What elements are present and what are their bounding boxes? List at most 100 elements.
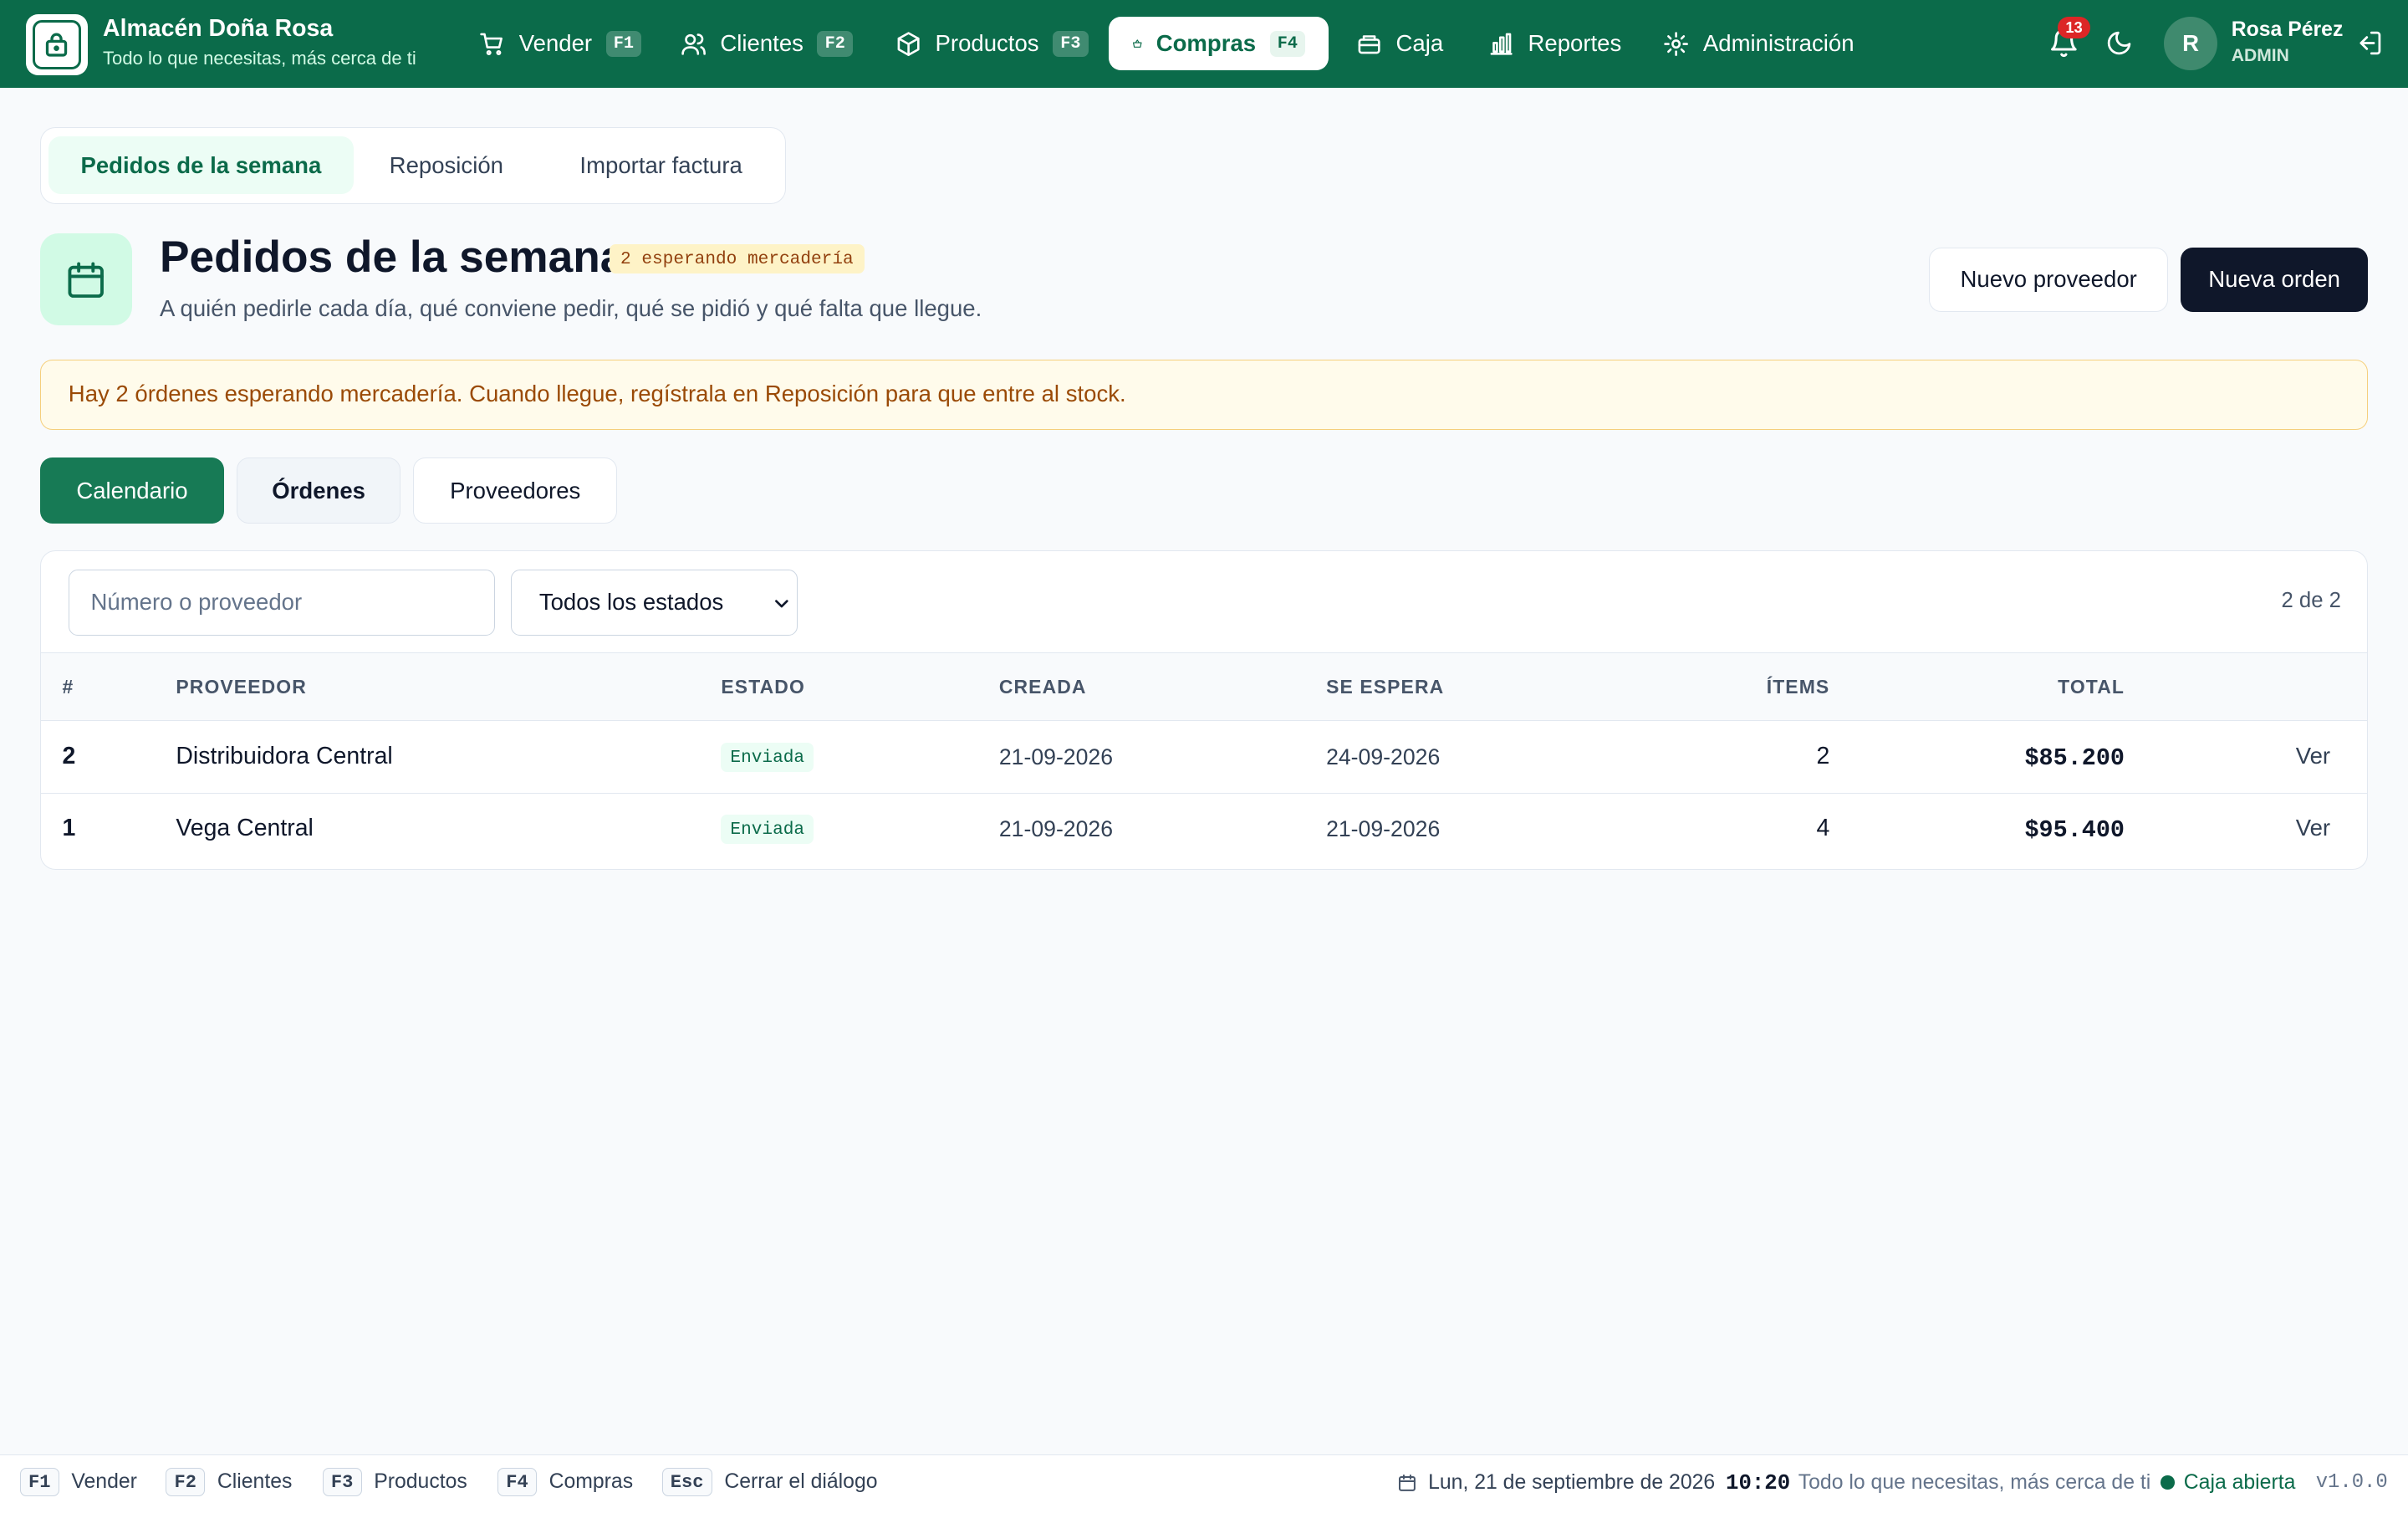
table-row[interactable]: 2 Distribuidora Central Enviada 21-09-20… — [40, 721, 2368, 794]
results-count: 2 de 2 — [2281, 589, 2341, 613]
cart-icon — [480, 33, 503, 55]
date-text: Lun, 21 de septiembre de 2026 — [1428, 1471, 1716, 1495]
shortcut-productos[interactable]: F3 Productos — [322, 1468, 467, 1497]
status-dot-icon — [2161, 1475, 2175, 1490]
shortcut-vender[interactable]: F1 Vender — [19, 1468, 137, 1497]
nav-item-reportes[interactable]: Reportes — [1488, 17, 1622, 70]
nav-label: Compras — [1156, 30, 1257, 57]
register-icon — [1358, 34, 1380, 54]
nav-item-productos[interactable]: Productos F3 — [895, 17, 1089, 70]
nav-item-caja[interactable]: Caja — [1356, 17, 1443, 70]
section-subtabs: Pedidos de la semana Reposición Importar… — [39, 127, 787, 205]
new-supplier-button[interactable]: Nuevo proveedor — [1928, 247, 2169, 312]
header-created: CREADA — [998, 676, 1087, 698]
top-navigation-bar: Almacén Doña Rosa Todo lo que necesitas,… — [0, 0, 2408, 88]
avatar[interactable]: R — [2163, 17, 2218, 71]
items-count: 4 — [1816, 815, 1830, 842]
created-date: 21-09-2026 — [998, 744, 1114, 769]
shortcut-key: F2 — [166, 1468, 206, 1497]
view-tab-calendario[interactable]: Calendario — [39, 457, 225, 524]
supplier-name: Distribuidora Central — [176, 743, 393, 770]
header-status: ESTADO — [721, 676, 805, 698]
users-icon — [681, 33, 706, 55]
subtab-pedidos-semana[interactable]: Pedidos de la semana — [48, 135, 354, 195]
shortcut-label: Clientes — [217, 1470, 293, 1494]
items-count: 2 — [1816, 743, 1830, 770]
order-total: $85.200 — [2024, 744, 2125, 772]
nav-label: Reportes — [1528, 30, 1622, 57]
app-version: v1.0.0 — [2315, 1470, 2388, 1494]
dark-mode-moon-icon[interactable] — [2105, 29, 2133, 57]
nav-shortcut-key: F1 — [605, 31, 642, 57]
shortcut-key: Esc — [661, 1468, 712, 1497]
nav-shortcut-key: F4 — [1269, 31, 1306, 57]
subtab-importar-factura[interactable]: Importar factura — [548, 136, 775, 195]
pending-delivery-alert: Hay 2 órdenes esperando mercadería. Cuan… — [39, 359, 2369, 431]
table-row[interactable]: 1 Vega Central Enviada 21-09-2026 21-09-… — [41, 794, 2367, 866]
clock-time: 10:20 — [1726, 1470, 1791, 1495]
search-input[interactable] — [68, 569, 496, 636]
chevron-down-icon — [775, 600, 788, 608]
nav-shortcut-key: F3 — [1053, 31, 1089, 57]
shortcut-label: Vender — [71, 1470, 137, 1494]
notification-count-badge: 13 — [2058, 17, 2090, 38]
nav-item-vender[interactable]: Vender F1 — [479, 17, 642, 70]
status-badge: Enviada — [721, 815, 814, 845]
nav-label: Vender — [518, 30, 593, 57]
waiting-status-badge: 2 esperando mercadería — [610, 244, 865, 274]
order-number: 1 — [62, 815, 76, 842]
supplier-name: Vega Central — [176, 815, 314, 842]
subtab-reposicion[interactable]: Reposición — [357, 136, 535, 195]
nav-item-clientes[interactable]: Clientes F2 — [681, 17, 854, 70]
view-tab-ordenes[interactable]: Órdenes — [236, 457, 401, 524]
basket-icon — [1132, 39, 1142, 48]
status-filter-select[interactable]: Todos los estados — [510, 569, 798, 636]
table-header: # PROVEEDOR ESTADO CREADA SE ESPERA ÍTEM… — [40, 652, 2368, 722]
header-expected: SE ESPERA — [1326, 676, 1445, 698]
view-order-link[interactable]: Ver — [2296, 743, 2330, 769]
register-status-label: Caja abierta — [2183, 1470, 2296, 1494]
shortcut-key: F4 — [497, 1468, 537, 1497]
nav-label: Clientes — [720, 30, 804, 57]
nav-label: Productos — [935, 30, 1039, 57]
user-role: ADMIN — [2231, 46, 2289, 66]
expected-date: 21-09-2026 — [1326, 816, 1441, 842]
header-items: ÍTEMS — [1766, 676, 1830, 698]
shortcut-key: F1 — [19, 1468, 59, 1497]
shortcut-key: F3 — [322, 1468, 362, 1497]
shortcut-label: Compras — [548, 1470, 634, 1494]
view-tab-proveedores[interactable]: Proveedores — [413, 457, 618, 524]
register-status: Caja abierta — [2161, 1471, 2295, 1495]
created-date: 21-09-2026 — [998, 816, 1114, 842]
nav-shortcut-key: F2 — [817, 31, 854, 57]
shortcut-label: Productos — [374, 1470, 467, 1494]
header-total: TOTAL — [2058, 676, 2125, 698]
calendar-small-icon — [1399, 1475, 1416, 1492]
nav-item-administracion[interactable]: Administración — [1663, 17, 1854, 70]
user-name: Rosa Pérez — [2231, 18, 2344, 42]
new-order-button[interactable]: Nueva orden — [2181, 247, 2369, 312]
orders-table-card: Todos los estados 2 de 2 # PROVEEDOR EST… — [39, 549, 2369, 870]
order-total: $95.400 — [2024, 816, 2125, 845]
shortcut-esc[interactable]: Esc Cerrar el diálogo — [661, 1468, 878, 1497]
expected-date: 24-09-2026 — [1326, 744, 1441, 769]
status-filter-value: Todos los estados — [538, 589, 724, 616]
current-date: Lun, 21 de septiembre de 2026 10:20 — [1397, 1471, 1790, 1495]
settings-icon — [1664, 32, 1689, 56]
shortcut-compras[interactable]: F4 Compras — [497, 1468, 634, 1497]
page-subtitle: A quién pedirle cada día, qué conviene p… — [160, 294, 982, 321]
box-icon — [897, 32, 920, 56]
bar-chart-icon — [1490, 33, 1513, 55]
nav-item-compras[interactable]: Compras F4 — [1109, 17, 1329, 71]
status-badge: Enviada — [721, 743, 814, 773]
footer-tagline: Todo lo que necesitas, más cerca de ti — [1798, 1470, 2151, 1494]
shortcut-clientes[interactable]: F2 Clientes — [166, 1468, 293, 1497]
shortcut-label: Cerrar el diálogo — [724, 1470, 878, 1494]
nav-label: Caja — [1395, 30, 1444, 57]
view-order-link[interactable]: Ver — [2296, 815, 2330, 841]
logout-icon[interactable] — [2355, 29, 2383, 57]
store-logo-icon[interactable] — [26, 13, 88, 75]
header-supplier: PROVEEDOR — [176, 676, 307, 698]
brand-name: Almacén Doña Rosa — [103, 15, 334, 43]
header-number: # — [62, 676, 74, 698]
